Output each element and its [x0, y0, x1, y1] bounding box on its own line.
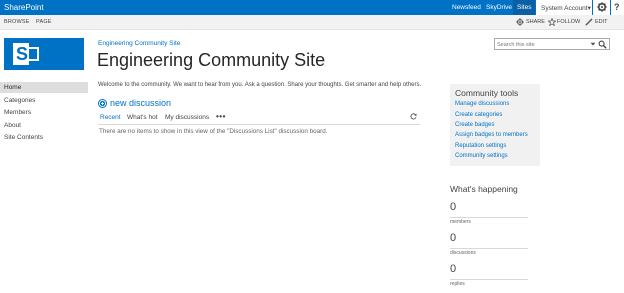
more-views-button[interactable]: ••• [216, 112, 226, 121]
ribbon: BROWSE PAGE SHARE FOLLOW EDIT [0, 15, 624, 30]
share-button[interactable]: SHARE [526, 19, 545, 25]
suite-link-skydrive[interactable]: SkyDrive [486, 4, 512, 11]
suite-brand[interactable]: SharePoint [4, 3, 44, 12]
breadcrumb[interactable]: Engineering Community Site [98, 40, 180, 47]
tab-page[interactable]: PAGE [36, 19, 52, 25]
share-icon[interactable] [516, 18, 524, 26]
edit-button[interactable]: EDIT [595, 19, 608, 25]
sidebar-item-about[interactable]: About [0, 120, 88, 131]
suite-bar: SharePoint Newsfeed SkyDrive Sites Syste… [0, 0, 624, 15]
follow-button[interactable]: FOLLOW [557, 19, 580, 25]
search-scope-caret-icon[interactable] [590, 41, 596, 47]
logo-letter: S [15, 44, 28, 64]
stat-members-value: 0 [450, 201, 457, 213]
sidebar-item-home[interactable]: Home [0, 82, 88, 93]
community-tools-title: Community tools [455, 88, 519, 98]
empty-list-message: There are no items to show in this view … [99, 128, 328, 135]
plus-icon[interactable] [98, 99, 107, 108]
sidebar-item-members[interactable]: Members [0, 107, 88, 118]
help-icon[interactable]: ? [614, 2, 620, 12]
stat-replies-value: 0 [450, 263, 457, 275]
tab-recent[interactable]: Recent [100, 114, 121, 121]
community-tools-panel: Community tools Manage discussions Creat… [450, 84, 540, 166]
tab-browse[interactable]: BROWSE [4, 19, 30, 25]
tool-link-create-badges[interactable]: Create badges [455, 122, 494, 128]
stat-divider [450, 248, 528, 249]
site-logo[interactable]: S [4, 38, 84, 70]
sidebar-item-categories[interactable]: Categories [0, 95, 88, 106]
stat-replies-label: replies [450, 281, 465, 287]
suite-link-sites[interactable]: Sites [517, 4, 531, 11]
stat-discussions-value: 0 [450, 232, 457, 244]
refresh-icon[interactable] [410, 113, 417, 120]
stat-members-label: members [450, 219, 471, 225]
account-name[interactable]: System Account▾ [541, 4, 591, 12]
tool-link-community-settings[interactable]: Community settings [455, 153, 508, 159]
stat-divider [450, 217, 528, 218]
tool-link-assign-badges[interactable]: Assign badges to members [455, 132, 528, 138]
logo-s-tile: S [13, 43, 29, 65]
suite-link-newsfeed[interactable]: Newsfeed [452, 4, 481, 11]
stat-divider [450, 279, 528, 280]
tab-whats-hot[interactable]: What's hot [127, 114, 158, 121]
stat-discussions-label: discussions [450, 250, 476, 256]
tool-link-manage-discussions[interactable]: Manage discussions [455, 101, 509, 107]
tab-my-discussions[interactable]: My discussions [165, 114, 209, 121]
tool-link-create-categories[interactable]: Create categories [455, 112, 502, 118]
search-input[interactable] [497, 40, 589, 49]
gear-icon[interactable] [597, 2, 607, 12]
discussion-view-tabs: Recent What's hot My discussions ••• [98, 112, 420, 125]
search-icon[interactable] [598, 40, 607, 49]
follow-icon[interactable] [548, 18, 556, 26]
tool-link-reputation-settings[interactable]: Reputation settings [455, 143, 506, 149]
page-title: Engineering Community Site [97, 50, 326, 70]
chevron-down-icon: ▾ [587, 4, 591, 12]
whats-happening-title: What's happening [450, 184, 518, 194]
edit-icon[interactable] [585, 18, 593, 26]
new-discussion-label[interactable]: new discussion [110, 98, 171, 108]
welcome-text: Welcome to the community. We want to hea… [98, 82, 422, 88]
search-box [494, 38, 610, 50]
sidebar-item-site-contents[interactable]: Site Contents [0, 132, 88, 143]
logo-mark [29, 47, 39, 61]
